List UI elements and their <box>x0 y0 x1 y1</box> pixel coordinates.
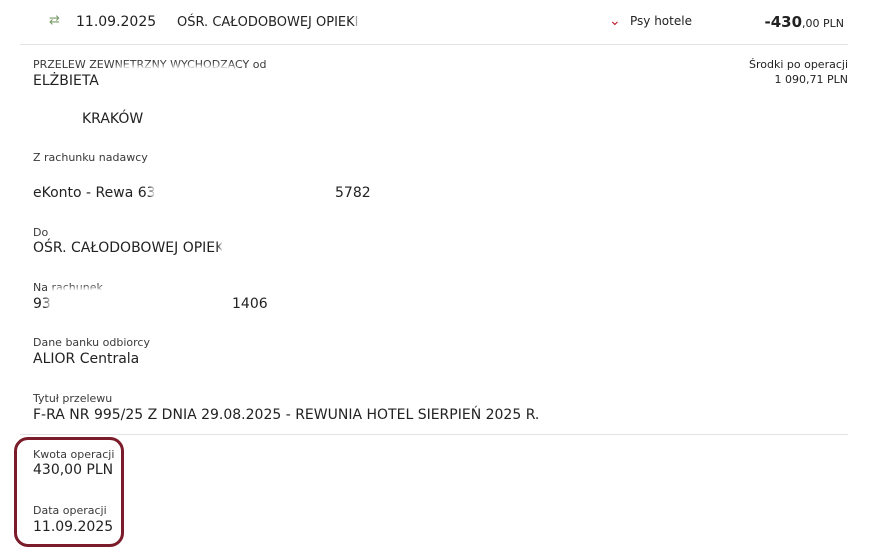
to-account-suffix: 1406 <box>232 296 268 312</box>
transaction-amount: -430,00 PLN <box>764 13 844 31</box>
from-account-name: eKonto - Rewa 63 <box>33 185 156 201</box>
divider <box>20 434 848 435</box>
to-value: OŚR. CAŁODOBOWEJ OPIEKI <box>33 240 229 256</box>
balance-value: 1 090,71 PLN <box>774 73 848 86</box>
amount-main: -430 <box>764 13 803 31</box>
redaction-mask <box>152 160 282 180</box>
transaction-date: 11.09.2025 <box>76 14 157 30</box>
transfer-arrows-icon: ⇄ <box>49 13 60 28</box>
redaction-mask <box>154 178 332 204</box>
redaction-mask <box>28 112 76 132</box>
title-label: Tytuł przelewu <box>33 392 113 405</box>
bank-label: Dane banku odbiorcy <box>33 336 150 349</box>
from-account-label: Z rachunku nadawcy <box>33 151 148 164</box>
redaction-mask <box>222 229 602 269</box>
to-label: Do <box>33 226 49 239</box>
bank-value: ALIOR Centrala <box>33 351 140 367</box>
chevron-down-icon[interactable]: ⌄ <box>609 13 621 29</box>
highlight-box <box>14 437 124 547</box>
to-account-prefix: 93 <box>33 296 51 312</box>
redaction-mask <box>358 10 516 34</box>
amount-frac: ,00 PLN <box>802 17 844 30</box>
sender-name: ELŻBIETA <box>33 73 99 89</box>
title-value: F-RA NR 995/25 Z DNIA 29.08.2025 - REWUN… <box>33 407 540 423</box>
redaction-mask <box>114 68 237 104</box>
transaction-category[interactable]: Psy hotele <box>630 14 692 28</box>
redaction-mask <box>50 290 230 318</box>
transaction-row[interactable]: ⇄ 11.09.2025 OŚR. CAŁODOBOWEJ OPIEKI ⌄ P… <box>20 0 848 45</box>
from-account-suffix: 5782 <box>335 185 371 201</box>
transaction-payee: OŚR. CAŁODOBOWEJ OPIEKI <box>177 15 359 30</box>
sender-city: KRAKÓW <box>82 111 144 127</box>
balance-label: Środki po operacji <box>748 58 848 71</box>
